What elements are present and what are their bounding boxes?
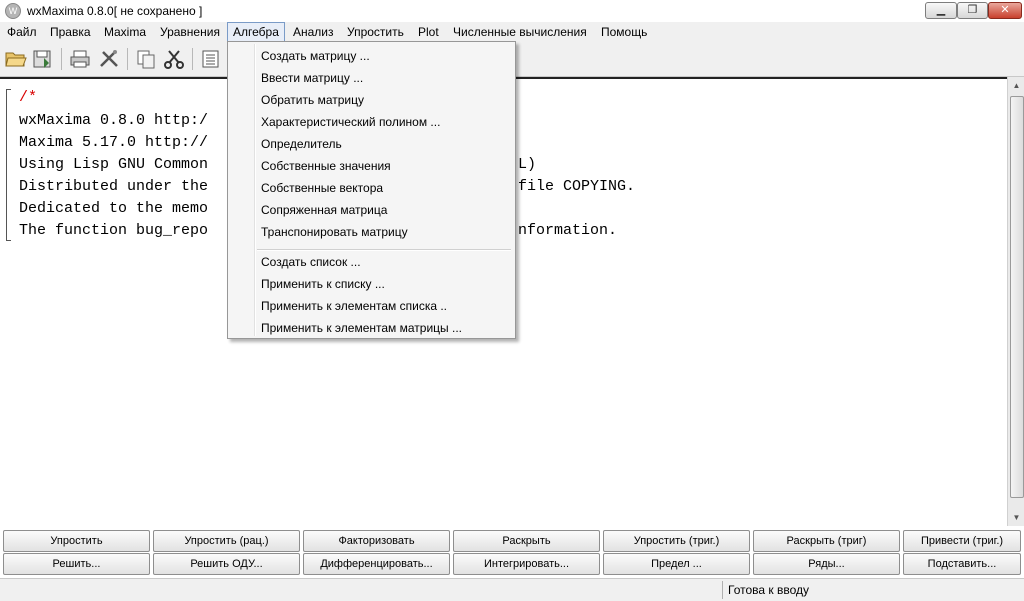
reduce-trig-button[interactable]: Привести (триг.) <box>903 530 1021 552</box>
menu-equations[interactable]: Уравнения <box>155 22 225 42</box>
menu-item-char-polynomial[interactable]: Характеристический полином ... <box>261 111 440 133</box>
factor-button[interactable]: Факторизовать <box>303 530 450 552</box>
menu-analysis[interactable]: Анализ <box>288 22 339 42</box>
output-line: Using Lisp GNU Common <box>19 156 209 173</box>
simplify-rat-button[interactable]: Упростить (рац.) <box>153 530 300 552</box>
print-icon[interactable] <box>68 47 92 71</box>
output-fragment: nformation. <box>518 222 618 239</box>
menu-item-apply-to-list[interactable]: Применить к списку ... <box>261 273 385 295</box>
scroll-up-icon[interactable]: ▲ <box>1008 77 1024 94</box>
menu-item-map-to-matrix[interactable]: Применить к элементам матрицы ... <box>261 317 462 339</box>
menu-item-map-to-list[interactable]: Применить к элементам списка .. <box>261 295 447 317</box>
menu-item-determinant[interactable]: Определитель <box>261 133 342 155</box>
menu-file[interactable]: Файл <box>2 22 42 42</box>
menu-numeric[interactable]: Численные вычисления <box>448 22 592 42</box>
wxmaxima-icon: W <box>5 3 21 19</box>
minimize-icon: ▁ <box>936 4 946 16</box>
window-title: wxMaxima 0.8.0[ не сохранено ] <box>27 4 203 18</box>
menu-item-create-matrix[interactable]: Создать матрицу ... <box>261 45 370 67</box>
menu-icon-gutter <box>254 44 256 336</box>
copy-icon[interactable] <box>134 47 158 71</box>
menu-item-eigenvalues[interactable]: Собственные значения <box>261 155 391 177</box>
expand-trig-button[interactable]: Раскрыть (триг) <box>753 530 900 552</box>
output-line: The function bug_repo <box>19 222 209 239</box>
expand-button[interactable]: Раскрыть <box>453 530 600 552</box>
menu-simplify[interactable]: Упростить <box>342 22 409 42</box>
scrollbar-thumb[interactable] <box>1010 96 1024 498</box>
menu-item-enter-matrix[interactable]: Ввести матрицу ... <box>261 67 363 89</box>
toolbar-separator <box>127 48 128 70</box>
cell-bracket[interactable] <box>6 89 11 241</box>
menu-bar: Файл Правка Maxima Уравнения Алгебра Ана… <box>0 22 1024 42</box>
select-all-icon[interactable] <box>199 47 223 71</box>
maximize-button[interactable]: ❐ <box>957 2 988 19</box>
differentiate-button[interactable]: Дифференцировать... <box>303 553 450 575</box>
title-bar: W wxMaxima 0.8.0[ не сохранено ] ▁ ❐ ✕ <box>0 0 1024 23</box>
output-line: wxMaxima 0.8.0 http:/ <box>19 112 209 129</box>
menu-algebra[interactable]: Алгебра <box>227 22 285 42</box>
button-row-2: Решить... Решить ОДУ... Дифференцировать… <box>0 553 1024 575</box>
simplify-button[interactable]: Упростить <box>3 530 150 552</box>
output-fragment: file COPYING. <box>518 178 636 195</box>
menu-plot[interactable]: Plot <box>413 22 444 42</box>
open-icon[interactable] <box>4 47 28 71</box>
menu-item-create-list[interactable]: Создать список ... <box>261 251 361 273</box>
close-button[interactable]: ✕ <box>988 2 1022 19</box>
solve-ode-button[interactable]: Решить ОДУ... <box>153 553 300 575</box>
integrate-button[interactable]: Интегрировать... <box>453 553 600 575</box>
cut-icon[interactable] <box>162 47 186 71</box>
menu-item-adjoint-matrix[interactable]: Сопряженная матрица <box>261 199 387 221</box>
status-bar: Готова к вводу <box>0 578 1024 601</box>
menu-maxima[interactable]: Maxima <box>99 22 151 42</box>
menu-item-eigenvectors[interactable]: Собственные вектора <box>261 177 383 199</box>
status-text: Готова к вводу <box>728 583 809 597</box>
close-icon: ✕ <box>1000 4 1010 16</box>
toolbar-separator <box>192 48 193 70</box>
limit-button[interactable]: Предел ... <box>603 553 750 575</box>
output-line-comment: /* <box>19 89 38 106</box>
output-line: Maxima 5.17.0 http:// <box>19 134 209 151</box>
menu-item-transpose-matrix[interactable]: Транспонировать матрицу <box>261 221 408 243</box>
minimize-button[interactable]: ▁ <box>925 2 957 19</box>
save-icon[interactable] <box>31 47 55 71</box>
menu-help[interactable]: Помощь <box>596 22 652 42</box>
output-line: Dedicated to the memo <box>19 200 209 217</box>
output-fragment: L) <box>518 156 537 173</box>
preferences-icon[interactable] <box>97 47 121 71</box>
output-line: Distributed under the <box>19 178 209 195</box>
scroll-down-icon[interactable]: ▼ <box>1008 509 1024 526</box>
maximize-icon: ❐ <box>967 4 978 16</box>
menu-item-invert-matrix[interactable]: Обратить матрицу <box>261 89 364 111</box>
simplify-trig-button[interactable]: Упростить (триг.) <box>603 530 750 552</box>
toolbar-separator <box>61 48 62 70</box>
button-row-1: Упростить Упростить (рац.) Факторизовать… <box>0 530 1024 552</box>
vertical-scrollbar[interactable]: ▲ ▼ <box>1007 77 1024 526</box>
menu-edit[interactable]: Правка <box>45 22 96 42</box>
algebra-dropdown-menu: Создать матрицу ... Ввести матрицу ... О… <box>227 41 516 339</box>
series-button[interactable]: Ряды... <box>753 553 900 575</box>
substitute-button[interactable]: Подставить... <box>903 553 1021 575</box>
solve-button[interactable]: Решить... <box>3 553 150 575</box>
status-separator <box>722 581 723 599</box>
